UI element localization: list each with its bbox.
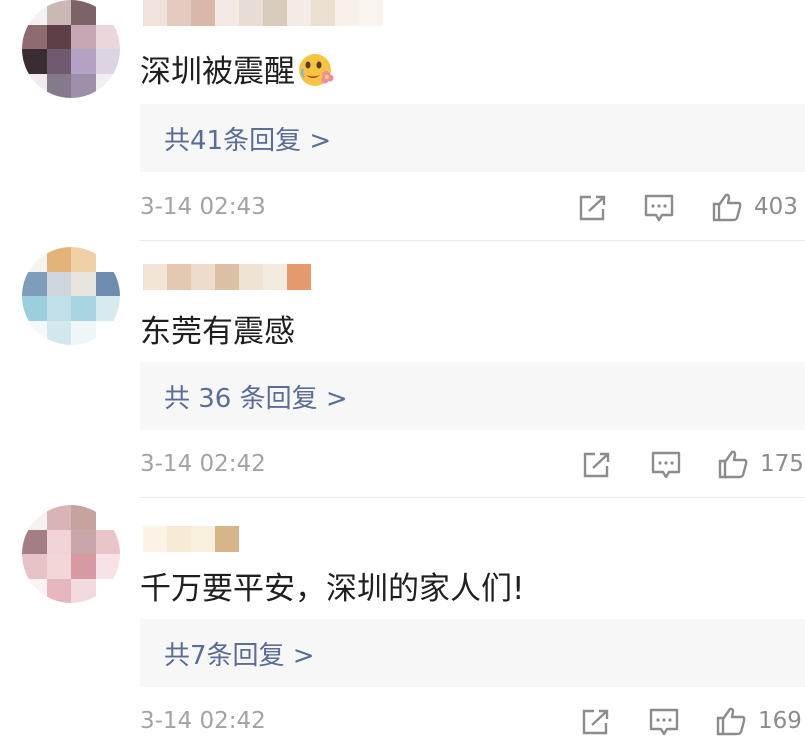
comment-bubble-icon[interactable] (648, 707, 680, 737)
share-square-icon[interactable] (580, 707, 612, 737)
share-square-icon[interactable] (577, 193, 609, 223)
like-count: 403 (754, 194, 798, 220)
share-square-icon[interactable] (581, 450, 613, 480)
view-replies-button[interactable]: 共 36 条回复 > (140, 362, 805, 430)
username-blurred[interactable] (143, 264, 311, 290)
replies-label: 共41条回复 > (164, 125, 332, 156)
avatar[interactable] (22, 505, 120, 603)
comment-divider (140, 497, 805, 498)
avatar[interactable] (22, 0, 120, 98)
view-replies-button[interactable]: 共41条回复 > (140, 104, 805, 172)
avatar[interactable] (22, 247, 120, 345)
crying-face-with-flower-emoji-icon (299, 53, 334, 86)
like-count: 169 (758, 708, 802, 734)
thumbs-up-icon[interactable] (711, 192, 743, 222)
thumbs-up-icon[interactable] (715, 706, 747, 736)
username-blurred[interactable] (143, 0, 383, 26)
comment-text: 千万要平安，深圳的家人们! (140, 563, 524, 608)
comment-timestamp: 3-14 02:42 (140, 708, 266, 734)
view-replies-button[interactable]: 共7条回复 > (140, 619, 805, 687)
comment-divider (140, 240, 805, 241)
comment-timestamp: 3-14 02:43 (140, 194, 266, 220)
comment-text: 东莞有震感 (140, 306, 295, 351)
comment-text-content: 东莞有震感 (140, 314, 295, 350)
thumbs-up-icon[interactable] (717, 449, 749, 479)
comment-timestamp: 3-14 02:42 (140, 451, 266, 477)
like-count: 175 (760, 451, 804, 477)
comment-text-content: 深圳被震醒 (140, 54, 295, 90)
comment-text-content: 千万要平安，深圳的家人们! (140, 571, 525, 607)
comment-bubble-icon[interactable] (643, 193, 675, 223)
replies-label: 共 36 条回复 > (164, 383, 348, 414)
comment-bubble-icon[interactable] (650, 450, 682, 480)
username-blurred[interactable] (143, 526, 239, 552)
replies-label: 共7条回复 > (164, 640, 315, 671)
comment-text: 深圳被震醒 (140, 46, 335, 91)
